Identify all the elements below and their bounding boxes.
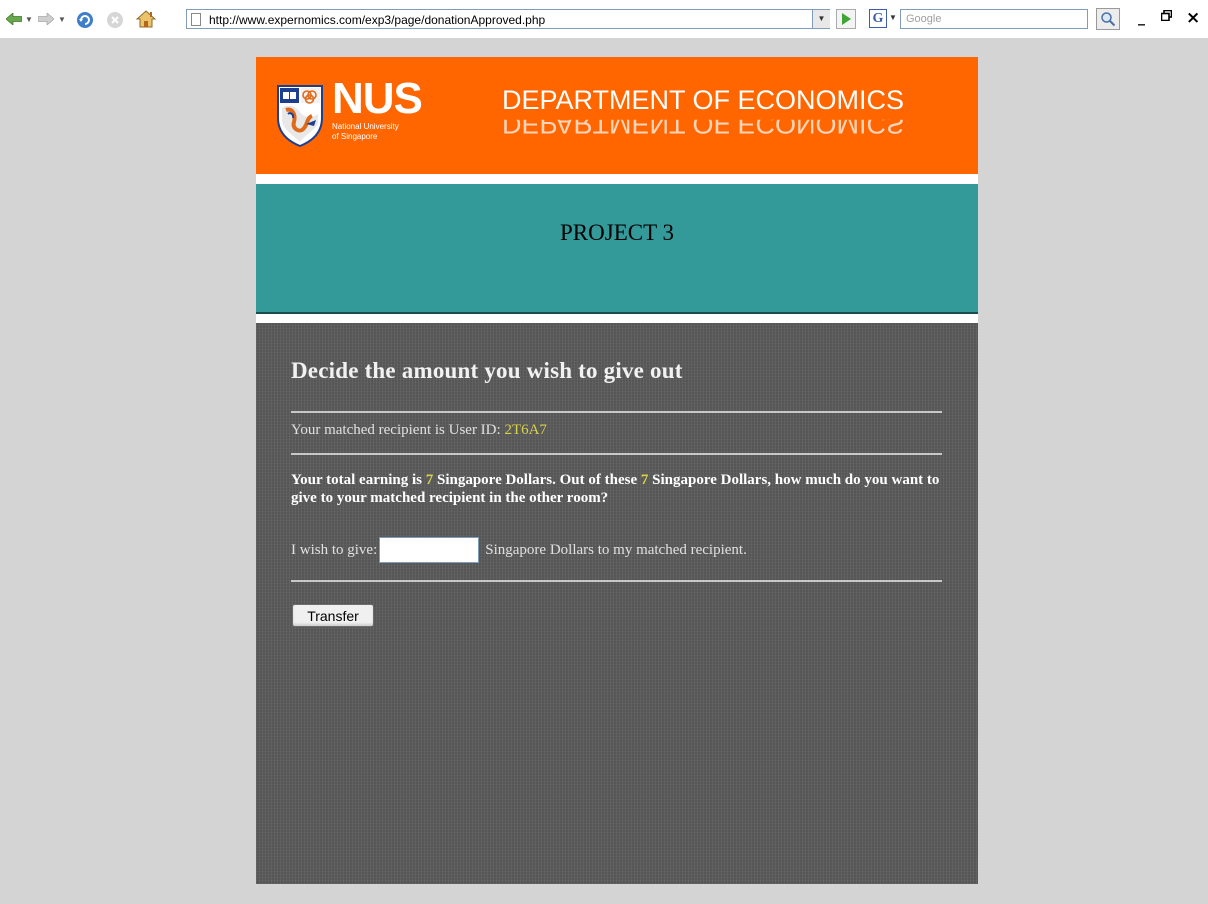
- give-suffix: Singapore Dollars to my matched recipien…: [485, 541, 747, 558]
- refresh-icon[interactable]: [76, 11, 94, 29]
- search-icon: [1101, 12, 1116, 27]
- restore-icon: [1160, 9, 1173, 22]
- back-dropdown-icon[interactable]: ▼: [25, 15, 33, 24]
- form-heading: Decide the amount you wish to give out: [291, 358, 683, 383]
- stop-icon[interactable]: [106, 11, 124, 29]
- question-text-2: Singapore Dollars. Out of these: [433, 472, 641, 488]
- close-button[interactable]: ×: [1186, 8, 1200, 28]
- recipient-line: Your matched recipient is User ID: 2T6A7: [291, 422, 547, 439]
- back-arrow-icon[interactable]: [6, 13, 22, 25]
- forward-arrow-icon[interactable]: [38, 13, 54, 25]
- recipient-id: 2T6A7: [504, 422, 547, 438]
- give-amount-input[interactable]: [379, 537, 480, 563]
- divider: [291, 580, 942, 582]
- home-icon[interactable]: [136, 10, 156, 28]
- project-title: PROJECT 3: [560, 220, 674, 245]
- address-dropdown-icon[interactable]: ▼: [812, 10, 830, 28]
- recipient-label: Your matched recipient is User ID:: [291, 422, 505, 438]
- forward-dropdown-icon[interactable]: ▼: [58, 15, 66, 24]
- transfer-button[interactable]: Transfer: [292, 604, 374, 627]
- go-arrow-icon: [842, 13, 851, 25]
- browser-toolbar: ▼ ▼ http://www.expernomics.com/exp3/page…: [0, 0, 1208, 38]
- address-url[interactable]: http://www.expernomics.com/exp3/page/don…: [209, 10, 545, 30]
- page-container: NUS National University of Singapore DEP…: [256, 57, 978, 884]
- header-banner: NUS National University of Singapore DEP…: [256, 57, 978, 174]
- search-button[interactable]: [1096, 8, 1120, 30]
- give-row: I wish to give: Singapore Dollars to my …: [291, 537, 747, 563]
- minimize-button[interactable]: _: [1138, 10, 1145, 26]
- restore-button[interactable]: [1160, 9, 1173, 25]
- nus-logo-text: NUS: [332, 74, 423, 123]
- department-title: DEPARTMENT OF ECONOMICS: [502, 85, 905, 115]
- page-icon: [191, 13, 201, 26]
- go-button[interactable]: [836, 9, 856, 29]
- divider: [291, 453, 942, 455]
- address-bar[interactable]: http://www.expernomics.com/exp3/page/don…: [186, 9, 830, 29]
- google-logo-icon[interactable]: G: [869, 9, 887, 28]
- nus-subtitle-line-2: of Singapore: [332, 132, 378, 141]
- give-label: I wish to give:: [291, 541, 378, 558]
- nus-logo-subtitle: National University of Singapore: [332, 122, 399, 142]
- nus-subtitle-line-1: National University: [332, 122, 399, 131]
- divider: [291, 411, 942, 413]
- search-input[interactable]: Google: [900, 9, 1088, 29]
- nus-crest-icon: [277, 85, 323, 148]
- donation-panel: Decide the amount you wish to give out Y…: [256, 323, 978, 884]
- question-text-1: Your total earning is: [291, 472, 426, 488]
- earning-question: Your total earning is 7 Singapore Dollar…: [291, 471, 951, 507]
- search-engine-dropdown-icon[interactable]: ▼: [889, 13, 897, 22]
- project-banner: PROJECT 3: [256, 184, 978, 314]
